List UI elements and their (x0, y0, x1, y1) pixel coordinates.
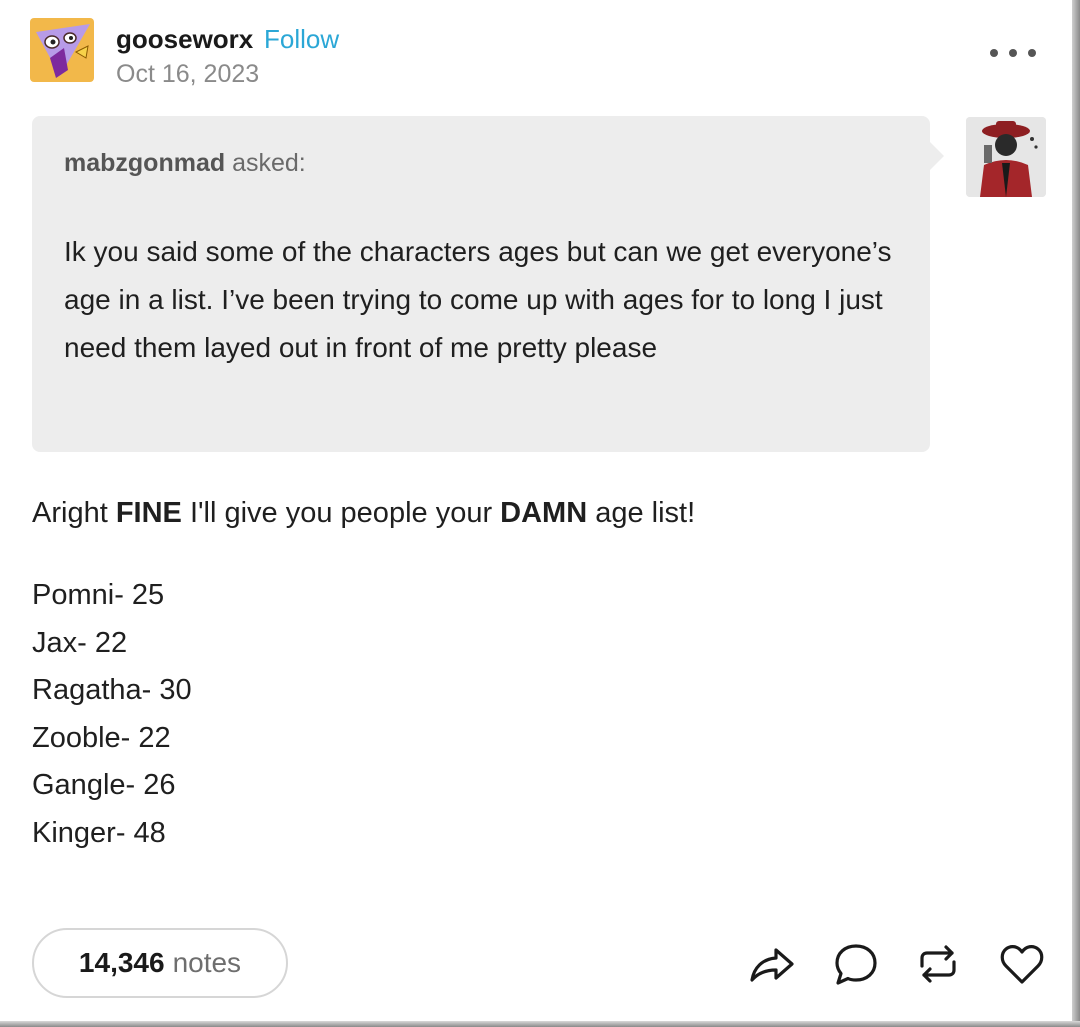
follow-button[interactable]: Follow (264, 24, 339, 55)
age-list: Pomni- 25 Jax- 22 Ragatha- 30 Zooble- 22… (32, 572, 192, 858)
list-item: Jax- 22 (32, 626, 128, 659)
answer-text: I'll give you people your (181, 497, 501, 529)
answer-text: Aright (32, 497, 116, 529)
asker-line: mabzgonmad asked: (64, 149, 306, 178)
more-options-icon[interactable] (990, 38, 1036, 68)
reblog-icon[interactable] (914, 940, 962, 988)
list-item: Zooble- 22 (32, 721, 171, 754)
heart-icon[interactable] (998, 940, 1046, 988)
share-icon[interactable] (748, 940, 796, 988)
author-username[interactable]: gooseworx (116, 24, 253, 55)
answer-intro: Aright FINE I'll give you people your DA… (32, 497, 695, 530)
notes-count: 14,346 (78, 947, 165, 978)
list-item: Pomni- 25 (32, 579, 165, 611)
more-dot (1009, 49, 1017, 57)
notes-button[interactable]: 14,346 notes (32, 928, 288, 998)
asked-label: asked: (232, 149, 306, 177)
answer-bold-text: DAMN (500, 497, 588, 529)
more-dot (990, 49, 998, 57)
list-item: Ragatha- 30 (32, 674, 192, 707)
notes-label: notes (172, 947, 242, 978)
answer-bold-text: FINE (115, 497, 182, 529)
ask-question: Ik you said some of the characters ages … (64, 236, 892, 363)
list-item: Gangle- 26 (32, 769, 176, 802)
window-frame-right (1072, 0, 1080, 1027)
post-date: Oct 16, 2023 (116, 60, 260, 88)
reply-icon[interactable] (832, 940, 880, 988)
ask-bubble: mabzgonmad asked: Ik you said some of th… (32, 116, 944, 452)
more-dot (1028, 49, 1036, 57)
asker-avatar[interactable] (966, 117, 1046, 197)
asker-name[interactable]: mabzgonmad (64, 149, 225, 177)
list-item: Kinger- 48 (32, 816, 166, 849)
answer-text: age list! (587, 497, 696, 529)
window-frame-bottom (0, 1021, 1080, 1027)
author-avatar[interactable] (30, 18, 94, 82)
